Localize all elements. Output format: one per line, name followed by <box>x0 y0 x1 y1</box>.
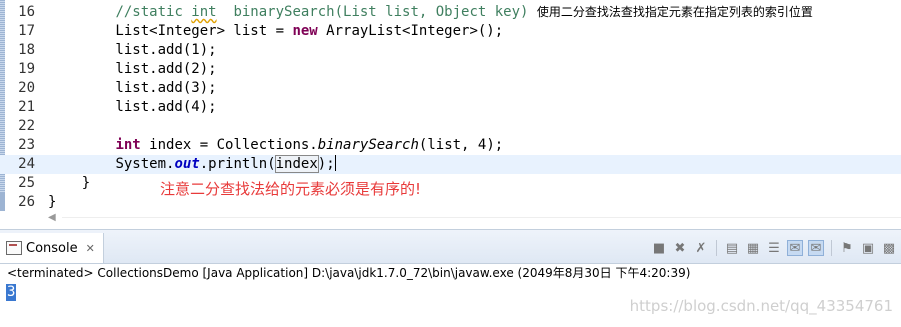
console-tab-bar: Console ✕ ■ ✖ ✗ ▤ ▦ ☰ ✉ ✉ ⚑ ▣ ▩ <box>0 229 901 264</box>
code-fragment: index = Collections. <box>140 137 318 153</box>
code-line[interactable]: 26 } <box>0 193 901 212</box>
console-tab-label: Console <box>26 240 78 256</box>
code-text: System.out.println(index); <box>48 155 336 174</box>
remove-launch-icon[interactable]: ✖ <box>672 240 688 256</box>
code-line[interactable]: 21 list.add(4); <box>0 98 901 117</box>
word-wrap-icon[interactable]: ☰ <box>766 240 782 256</box>
code-fragment: ArrayList<Integer>(); <box>317 23 504 39</box>
scroll-lock-icon[interactable]: ▦ <box>745 240 761 256</box>
console-toolbar: ■ ✖ ✗ ▤ ▦ ☰ ✉ ✉ ⚑ ▣ ▩ <box>651 239 901 257</box>
clear-console-icon[interactable]: ▤ <box>724 240 740 256</box>
pin-console-icon[interactable]: ⚑ <box>839 240 855 256</box>
line-number: 21 <box>18 99 35 115</box>
watermark-text: https://blog.csdn.net/qq_43354761 <box>629 297 893 315</box>
line-number: 22 <box>18 118 35 134</box>
code-text: list.add(1); <box>48 42 217 58</box>
code-line[interactable]: 20 list.add(3); <box>0 79 901 98</box>
launch-status-text: <terminated> CollectionsDemo [Java Appli… <box>7 266 691 280</box>
code-line[interactable]: 18 list.add(1); <box>0 41 901 60</box>
code-fragment: .println( <box>199 156 276 172</box>
terminate-icon[interactable]: ■ <box>651 240 667 256</box>
code-fragment: (list, 4); <box>418 137 504 153</box>
console-tab[interactable]: Console ✕ <box>0 233 104 263</box>
open-console-icon[interactable]: ▩ <box>881 240 897 256</box>
spelling-warning: int <box>191 4 217 20</box>
static-field: out <box>174 156 200 172</box>
code-line[interactable]: 19 list.add(2); <box>0 60 901 79</box>
line-number: 25 <box>18 175 35 191</box>
remove-all-terminated-icon[interactable]: ✗ <box>693 240 709 256</box>
line-number: 19 <box>18 61 35 77</box>
code-line-current[interactable]: 24 System.out.println(index); <box>0 155 901 174</box>
close-icon[interactable]: ✕ <box>86 242 95 255</box>
comment-cjk: 使用二分查找法查找指定元素在指定列表的索引位置 <box>536 5 813 19</box>
occurrence-highlight: index <box>274 155 319 173</box>
keyword: new <box>292 23 318 39</box>
code-editor[interactable]: 16 //static int binarySearch(List list, … <box>0 0 901 229</box>
code-fragment: System. <box>115 156 175 172</box>
scroll-track[interactable] <box>62 217 901 218</box>
show-on-stdout-icon[interactable]: ✉ <box>787 240 803 256</box>
console-view: Console ✕ ■ ✖ ✗ ▤ ▦ ☰ ✉ ✉ ⚑ ▣ ▩ <termina… <box>0 229 901 327</box>
comment-text: //static int binarySearch(List list, Obj… <box>115 4 537 20</box>
scroll-left-icon[interactable]: ◀ <box>48 212 56 223</box>
horizontal-scrollbar[interactable]: ◀ <box>48 212 901 226</box>
code-line[interactable]: 23 int index = Collections.binarySearch(… <box>0 136 901 155</box>
console-icon <box>6 241 22 255</box>
line-number: 24 <box>18 156 35 172</box>
code-text: } <box>48 175 91 191</box>
line-number: 16 <box>18 4 35 20</box>
code-text: List<Integer> list = new ArrayList<Integ… <box>48 22 503 41</box>
comment-text <box>48 4 115 20</box>
line-number: 26 <box>18 194 35 210</box>
console-output[interactable]: 3 <box>6 284 17 301</box>
code-line[interactable]: 22 <box>0 117 901 136</box>
text-caret <box>334 155 336 171</box>
code-text: list.add(4); <box>48 99 217 115</box>
code-text: } <box>48 194 57 210</box>
show-on-stderr-icon[interactable]: ✉ <box>808 240 824 256</box>
code-fragment: ); <box>317 156 335 172</box>
code-text: list.add(3); <box>48 80 217 96</box>
line-number: 17 <box>18 23 35 39</box>
code-line[interactable]: 25 } <box>0 174 901 193</box>
static-method: binarySearch <box>317 137 419 153</box>
line-number: 20 <box>18 80 35 96</box>
code-text: list.add(2); <box>48 61 217 77</box>
code-line[interactable]: 16 //static int binarySearch(List list, … <box>0 3 901 22</box>
toolbar-separator <box>716 240 717 256</box>
code-fragment: List<Integer> list = <box>48 23 293 39</box>
toolbar-separator <box>831 240 832 256</box>
keyword: int <box>115 137 141 153</box>
code-line[interactable]: 17 List<Integer> list = new ArrayList<In… <box>0 22 901 41</box>
red-annotation-note: 注意二分查找法给的元素必须是有序的! <box>160 180 422 198</box>
line-number: 18 <box>18 42 35 58</box>
line-number: 23 <box>18 137 35 153</box>
code-text: //static int binarySearch(List list, Obj… <box>48 3 813 22</box>
display-console-icon[interactable]: ▣ <box>860 240 876 256</box>
code-text: int index = Collections.binarySearch(lis… <box>48 136 503 155</box>
